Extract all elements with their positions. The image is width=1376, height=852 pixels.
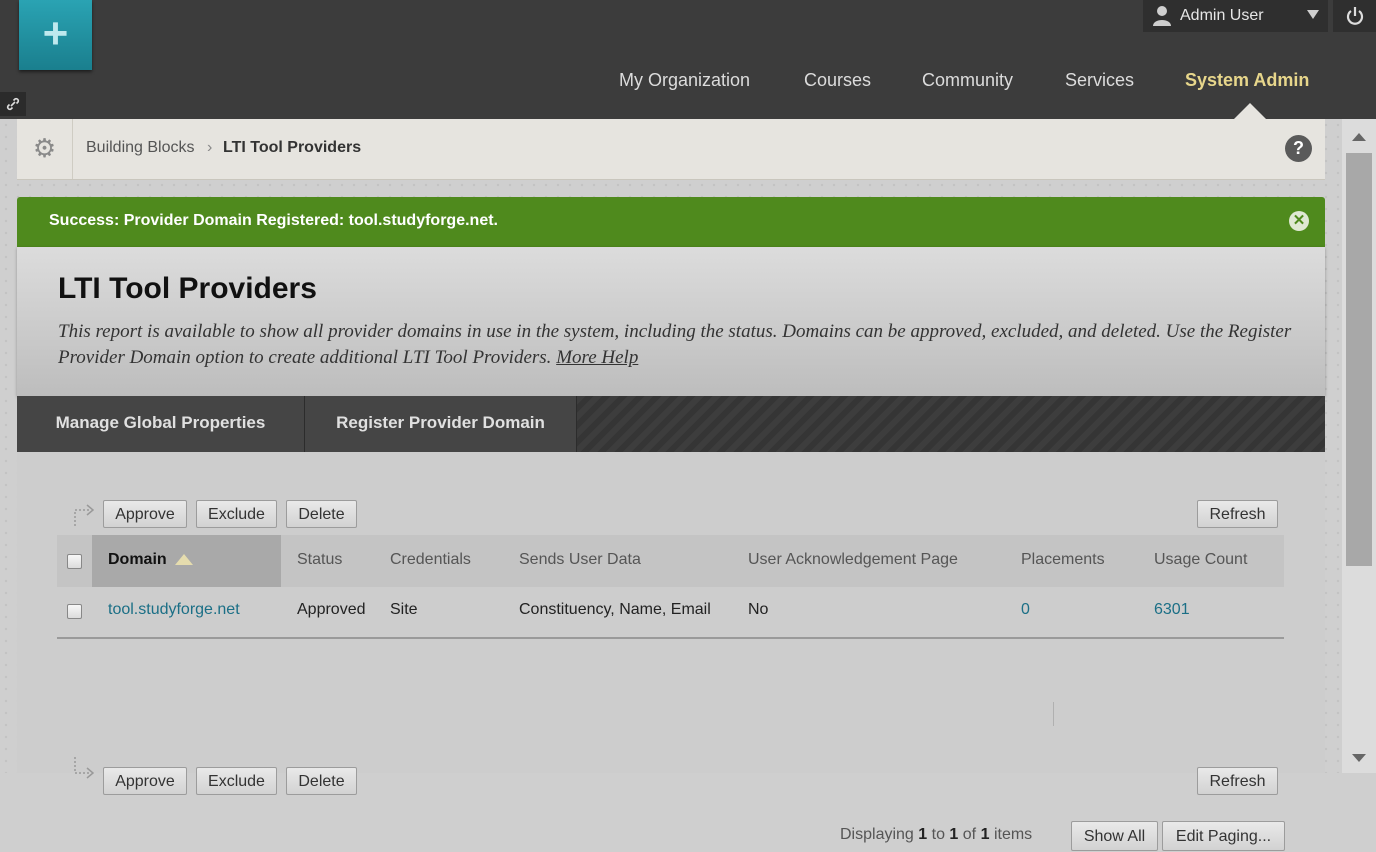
usage-count-link[interactable]: 6301 — [1154, 587, 1190, 637]
breadcrumb-building-blocks[interactable]: Building Blocks — [86, 139, 195, 157]
add-module-tab[interactable]: + — [19, 0, 92, 70]
nav-courses[interactable]: Courses — [804, 70, 871, 91]
table-header: Domain Status Credentials Sends User Dat… — [57, 535, 1284, 587]
main-nav: My Organization Courses Community Servic… — [0, 70, 1376, 94]
refresh-button-top[interactable]: Refresh — [1197, 500, 1278, 528]
plus-icon: + — [42, 9, 69, 58]
link-icon[interactable] — [0, 92, 26, 116]
sends-user-data-cell: Constituency, Name, Email — [519, 601, 711, 618]
nav-services[interactable]: Services — [1065, 70, 1134, 91]
column-sends-user-data[interactable]: Sends User Data — [519, 535, 641, 587]
page-description: This report is available to show all pro… — [58, 319, 1298, 371]
user-name: Admin User — [1180, 7, 1264, 24]
arrow-right-icon — [74, 757, 94, 779]
credentials-cell: Site — [390, 601, 418, 618]
column-domain-label: Domain — [108, 551, 167, 568]
column-credentials[interactable]: Credentials — [390, 535, 471, 587]
paging-to-word: to — [931, 826, 945, 843]
breadcrumb: ⚙ Building Blocks › LTI Tool Providers ? — [17, 119, 1325, 180]
approve-button-top[interactable]: Approve — [103, 500, 187, 528]
manage-global-properties-button[interactable]: Manage Global Properties — [17, 396, 305, 452]
nav-community[interactable]: Community — [922, 70, 1013, 91]
page-description-text: This report is available to show all pro… — [58, 321, 1292, 368]
exclude-button-top[interactable]: Exclude — [196, 500, 277, 528]
paging-prefix: Displaying — [840, 826, 914, 843]
delete-button-top[interactable]: Delete — [286, 500, 357, 528]
column-usage-count[interactable]: Usage Count — [1154, 535, 1247, 587]
page-content: ⚙ Building Blocks › LTI Tool Providers ?… — [0, 119, 1342, 851]
breadcrumb-current: LTI Tool Providers — [223, 139, 362, 156]
paging-suffix: items — [993, 826, 1033, 843]
scroll-up-icon[interactable] — [1352, 133, 1366, 141]
vertical-scrollbar[interactable] — [1342, 119, 1376, 773]
user-ack-page-cell: No — [748, 601, 769, 618]
paging-total: 1 — [980, 826, 990, 843]
user-menu[interactable]: Admin User — [1143, 0, 1328, 32]
paging-info: Displaying 1 to 1 of 1 items — [840, 826, 1032, 850]
placements-link[interactable]: 0 — [1021, 587, 1030, 637]
caret-down-icon — [1307, 10, 1319, 19]
exclude-button-bottom[interactable]: Exclude — [196, 767, 277, 795]
row-checkbox[interactable] — [67, 604, 82, 619]
logout-button[interactable] — [1333, 0, 1376, 32]
show-all-button[interactable]: Show All — [1071, 821, 1158, 851]
page-header: LTI Tool Providers This report is availa… — [17, 247, 1325, 396]
nav-system-admin[interactable]: System Admin — [1185, 70, 1309, 91]
scroll-down-icon[interactable] — [1352, 754, 1366, 762]
paging-divider — [1053, 702, 1054, 726]
paging-to: 1 — [949, 826, 959, 843]
success-message: Success: Provider Domain Registered: too… — [49, 212, 498, 229]
delete-button-bottom[interactable]: Delete — [286, 767, 357, 795]
nav-my-organization[interactable]: My Organization — [619, 70, 750, 91]
top-header: + Admin User My Organization Courses Com… — [0, 0, 1376, 119]
column-placements[interactable]: Placements — [1021, 535, 1105, 587]
content-panel: Approve Exclude Delete Refresh Domain St… — [17, 452, 1325, 851]
active-nav-pointer — [1234, 103, 1266, 119]
gear-icon: ⚙ — [17, 119, 73, 179]
arrow-right-icon — [74, 504, 94, 526]
action-bar: Manage Global Properties Register Provid… — [17, 396, 1325, 452]
approve-button-bottom[interactable]: Approve — [103, 767, 187, 795]
paging-from: 1 — [918, 826, 928, 843]
status-cell: Approved — [297, 601, 366, 618]
domain-link[interactable]: tool.studyforge.net — [108, 587, 240, 637]
user-icon — [1153, 5, 1171, 27]
scrollbar-thumb[interactable] — [1346, 153, 1372, 566]
page-title: LTI Tool Providers — [58, 272, 317, 305]
column-domain[interactable]: Domain — [92, 535, 281, 587]
edit-paging-button[interactable]: Edit Paging... — [1162, 821, 1285, 851]
paging-of-word: of — [962, 826, 977, 843]
breadcrumb-separator-icon: › — [207, 139, 213, 156]
more-help-link[interactable]: More Help — [556, 347, 638, 368]
power-icon — [1346, 7, 1363, 25]
help-icon[interactable]: ? — [1285, 135, 1312, 162]
sort-ascending-icon — [174, 554, 193, 566]
close-icon[interactable]: ✕ — [1289, 211, 1309, 231]
column-status[interactable]: Status — [297, 535, 342, 587]
table-row: tool.studyforge.net Approved Site Consti… — [57, 587, 1284, 639]
refresh-button-bottom[interactable]: Refresh — [1197, 767, 1278, 795]
success-alert: Success: Provider Domain Registered: too… — [17, 197, 1325, 247]
select-all-checkbox[interactable] — [67, 554, 82, 569]
column-user-ack-page[interactable]: User Acknowledgement Page — [748, 535, 958, 587]
register-provider-domain-button[interactable]: Register Provider Domain — [305, 396, 577, 452]
